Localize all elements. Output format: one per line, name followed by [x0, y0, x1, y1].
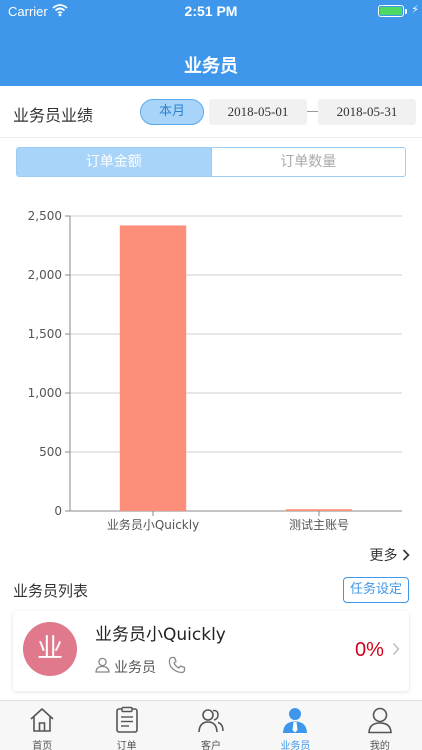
chart-svg: 0 500 1,000 1,500 2,000 2,500 业务员小Quickly 测试主账号	[28, 209, 402, 532]
this-month-button[interactable]: 本月	[140, 99, 204, 125]
y-tick-label: 0	[54, 504, 62, 518]
completion-percentage: 0%	[355, 639, 384, 661]
bar	[119, 225, 187, 511]
page-title: 业务员	[184, 56, 238, 77]
chevron-right-icon	[392, 641, 400, 660]
avatar: 业	[23, 622, 77, 676]
more-link[interactable]: 更多	[370, 545, 410, 565]
y-tick-label: 500	[39, 445, 62, 459]
tab-customers[interactable]: 客户	[169, 701, 253, 750]
bar	[285, 509, 353, 511]
tab-profile[interactable]: 我的	[338, 701, 422, 750]
phone-icon[interactable]	[168, 656, 186, 678]
battery-icon	[378, 5, 407, 17]
chevron-right-icon	[402, 549, 410, 561]
tab-home[interactable]: 首页	[0, 701, 84, 750]
x-tick-label: 业务员小Quickly	[107, 517, 199, 532]
tab-orders-label: 订单	[116, 741, 137, 750]
order-icon	[115, 706, 138, 733]
start-date-picker[interactable]: 2018-05-01	[209, 99, 307, 125]
end-date-picker[interactable]: 2018-05-31	[318, 99, 416, 125]
performance-label: 业务员业绩	[13, 106, 94, 125]
performance-header: 业务员业绩 本月 2018-05-01 2018-05-31	[0, 86, 422, 138]
tab-salesperson[interactable]: 业务员	[253, 701, 337, 750]
salesperson-card[interactable]: 业 业务员小Quickly 业务员 0%	[13, 611, 409, 691]
y-tick-label: 2,000	[28, 268, 62, 282]
metric-segmented-control: 订单金额 订单数量	[16, 147, 406, 177]
tab-order-count[interactable]: 订单数量	[210, 148, 406, 176]
nav-bar: 业务员	[0, 24, 422, 86]
sales-bar-chart: 0 500 1,000 1,500 2,000 2,500 业务员小Quickly 测试主账号	[0, 200, 422, 540]
y-tick-label: 1,500	[28, 327, 62, 341]
tab-order-amount[interactable]: 订单金额	[17, 148, 211, 176]
y-tick-label: 1,000	[28, 386, 62, 400]
tab-home-label: 首页	[32, 741, 53, 750]
salesperson-role: 业务员	[114, 660, 156, 676]
profile-icon	[367, 707, 392, 734]
y-tick-label: 2,500	[28, 209, 62, 223]
tab-customers-label: 客户	[201, 741, 222, 750]
home-icon	[30, 708, 54, 732]
salesperson-list-header: 业务员列表 任务设定	[0, 572, 422, 608]
task-settings-button[interactable]: 任务设定	[343, 577, 409, 603]
person-icon	[95, 657, 110, 677]
tab-profile-label: 我的	[369, 741, 390, 750]
salesperson-name: 业务员小Quickly	[95, 625, 226, 645]
salesperson-icon	[283, 708, 308, 733]
charging-icon: ⚡	[411, 3, 419, 16]
tab-bar: 首页 订单 客户 业务员 我的	[0, 700, 422, 750]
customers-icon	[198, 709, 224, 733]
status-bar: Carrier 2:51 PM ⚡	[0, 0, 422, 24]
battery-fill	[380, 7, 402, 15]
x-tick-label: 测试主账号	[289, 517, 349, 532]
salesperson-list-label: 业务员列表	[13, 582, 89, 600]
date-separator	[307, 111, 318, 112]
more-label: 更多	[369, 548, 398, 564]
tab-salesperson-label: 业务员	[280, 741, 311, 750]
tab-orders[interactable]: 订单	[84, 701, 168, 750]
clock: 2:51 PM	[184, 3, 238, 19]
